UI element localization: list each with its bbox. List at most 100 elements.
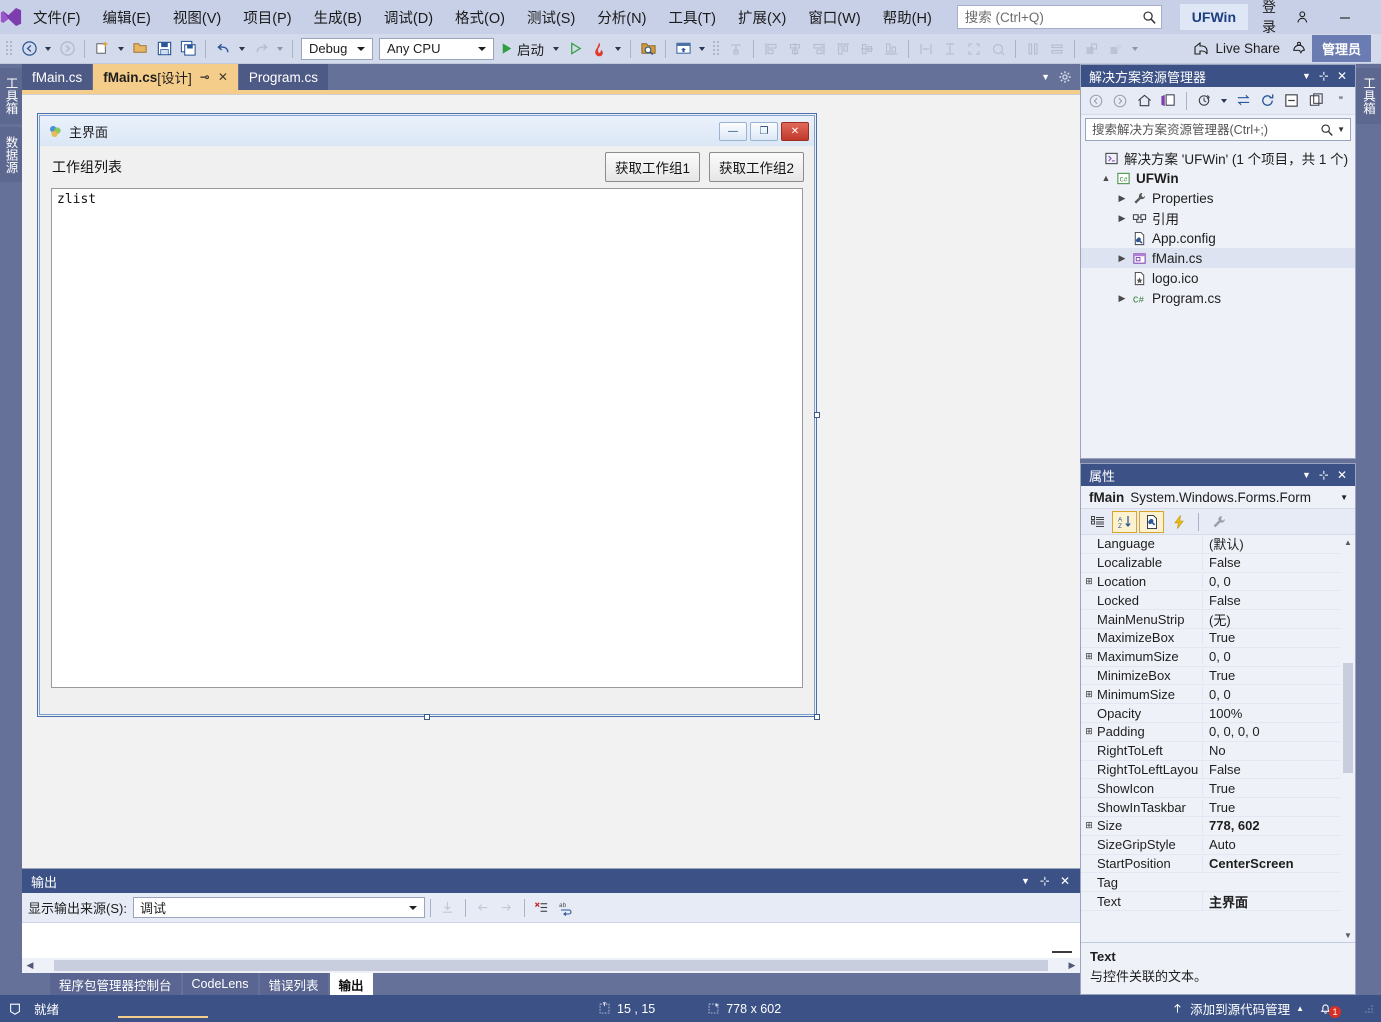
solution-platform-combo[interactable]: Any CPU xyxy=(379,38,494,60)
menu-file[interactable]: 文件(F) xyxy=(22,0,92,34)
form-minimize-button[interactable]: — xyxy=(719,122,747,141)
resize-grip-icon[interactable] xyxy=(1363,1003,1375,1015)
resize-handle-bottom[interactable] xyxy=(424,714,430,720)
tab-program-cs[interactable]: Program.cs xyxy=(239,64,328,90)
property-value[interactable]: 0, 0, 0, 0 xyxy=(1202,724,1355,739)
preview-window-button[interactable] xyxy=(671,37,695,61)
save-button[interactable] xyxy=(152,37,176,61)
property-value[interactable]: 0, 0 xyxy=(1202,574,1355,589)
designed-form[interactable]: 主界面 — ❐ ✕ xyxy=(39,115,815,715)
preview-dropdown[interactable] xyxy=(699,47,705,51)
hot-reload-dropdown[interactable] xyxy=(615,47,621,51)
resize-handle-bottom-right[interactable] xyxy=(814,714,820,720)
properties-grid[interactable]: Language (默认) Localizable False ⊞ Locati… xyxy=(1081,535,1355,942)
properties-object-selector[interactable]: fMain System.Windows.Forms.Form ▼ xyxy=(1081,486,1355,509)
sidebar-item-toolbox[interactable]: 工具箱 xyxy=(0,68,24,124)
chevron-down-icon[interactable]: ▼ xyxy=(1302,470,1311,480)
open-file-button[interactable] xyxy=(128,37,152,61)
menu-window[interactable]: 窗口(W) xyxy=(797,0,871,34)
find-in-files-button[interactable] xyxy=(636,37,660,61)
add-to-source-control-button[interactable]: 添加到源代码管理 ▲ xyxy=(1171,999,1304,1018)
property-value[interactable]: True xyxy=(1202,630,1355,645)
align-centers-button[interactable] xyxy=(783,37,807,61)
resize-handle-right[interactable] xyxy=(814,412,820,418)
property-row-sizegripstyle[interactable]: SizeGripStyle Auto xyxy=(1081,836,1355,855)
menu-edit[interactable]: 编辑(E) xyxy=(92,0,162,34)
pending-changes-dropdown[interactable] xyxy=(1221,99,1227,103)
align-rights-button[interactable] xyxy=(807,37,831,61)
properties-page-button[interactable] xyxy=(1139,511,1164,533)
start-without-debug-button[interactable] xyxy=(563,37,587,61)
property-row-size[interactable]: ⊞ Size 778, 602 xyxy=(1081,817,1355,836)
property-value[interactable]: 0, 0 xyxy=(1202,649,1355,664)
scroll-right-icon[interactable]: ▶ xyxy=(1064,960,1080,971)
tree-node-program-cs[interactable]: ▶ C# Program.cs xyxy=(1081,288,1355,308)
pin-icon[interactable]: ⊹ xyxy=(1319,468,1329,482)
home-button[interactable] xyxy=(1132,90,1155,112)
pin-icon[interactable]: ⊸ xyxy=(200,70,210,84)
property-row-minimumsize[interactable]: ⊞ MinimumSize 0, 0 xyxy=(1081,685,1355,704)
property-value[interactable]: (默认) xyxy=(1202,535,1355,553)
toolbar-grip[interactable] xyxy=(5,40,14,58)
tree-node-app-config[interactable]: App.config xyxy=(1081,228,1355,248)
pending-changes-button[interactable] xyxy=(1193,90,1216,112)
undo-button[interactable] xyxy=(211,37,235,61)
maximize-button[interactable] xyxy=(1366,0,1381,34)
property-row-maximizebox[interactable]: MaximizeBox True xyxy=(1081,629,1355,648)
menu-help[interactable]: 帮助(H) xyxy=(872,0,943,34)
save-all-button[interactable] xyxy=(176,37,200,61)
sidebar-item-data-sources[interactable]: 数据源 xyxy=(0,127,24,183)
menu-tools[interactable]: 工具(T) xyxy=(657,0,727,34)
expander[interactable]: ⊞ xyxy=(1081,651,1097,662)
close-icon[interactable]: ✕ xyxy=(1060,874,1070,888)
layout-toolbar-grip[interactable] xyxy=(712,40,721,58)
refresh-button[interactable] xyxy=(1256,90,1279,112)
hot-reload-button[interactable] xyxy=(587,37,611,61)
property-row-locked[interactable]: Locked False xyxy=(1081,591,1355,610)
menu-debug[interactable]: 调试(D) xyxy=(373,0,444,34)
menu-analyze[interactable]: 分析(N) xyxy=(586,0,657,34)
property-row-showintaskbar[interactable]: ShowInTaskbar True xyxy=(1081,798,1355,817)
form-selection-frame[interactable]: 主界面 — ❐ ✕ xyxy=(37,113,817,717)
property-value[interactable]: True xyxy=(1202,800,1355,815)
send-to-back-button[interactable] xyxy=(1104,37,1128,61)
menu-build[interactable]: 生成(B) xyxy=(303,0,373,34)
go-to-message-button[interactable] xyxy=(436,896,460,920)
vertical-spacing-button[interactable] xyxy=(1045,37,1069,61)
property-value[interactable]: (无) xyxy=(1202,610,1355,629)
menu-extensions[interactable]: 扩展(X) xyxy=(727,0,797,34)
search-input[interactable] xyxy=(965,10,1142,25)
tree-node-properties[interactable]: ▶ Properties xyxy=(1081,188,1355,208)
solution-search-input[interactable] xyxy=(1092,123,1320,137)
previous-message-button[interactable] xyxy=(471,896,495,920)
property-value[interactable]: 主界面 xyxy=(1202,892,1355,911)
property-row-padding[interactable]: ⊞ Padding 0, 0, 0, 0 xyxy=(1081,723,1355,742)
tree-node-project-ufwin[interactable]: ▲ C# UFWin xyxy=(1081,168,1355,188)
close-icon[interactable]: ✕ xyxy=(1337,468,1347,482)
property-row-startposition[interactable]: StartPosition CenterScreen xyxy=(1081,855,1355,874)
menu-view[interactable]: 视图(V) xyxy=(162,0,232,34)
property-row-location[interactable]: ⊞ Location 0, 0 xyxy=(1081,573,1355,592)
redo-button[interactable] xyxy=(249,37,273,61)
tab-error-list[interactable]: 错误列表 xyxy=(260,973,328,995)
next-message-button[interactable] xyxy=(495,896,519,920)
pin-icon[interactable]: ⊹ xyxy=(1040,874,1050,888)
property-row-language[interactable]: Language (默认) xyxy=(1081,535,1355,554)
output-text-area[interactable]: ◀ ▶ xyxy=(22,923,1080,973)
live-share-button[interactable]: Live Share xyxy=(1185,41,1288,57)
switch-views-button[interactable] xyxy=(1157,90,1180,112)
output-source-combo[interactable]: 调试 xyxy=(133,897,425,918)
tab-codelens[interactable]: CodeLens xyxy=(183,973,258,995)
expander[interactable]: ⊞ xyxy=(1081,726,1097,737)
align-to-grid-button[interactable] xyxy=(724,37,748,61)
property-row-mainmenustrip[interactable]: MainMenuStrip (无) xyxy=(1081,610,1355,629)
pin-icon[interactable]: ⊹ xyxy=(1319,69,1329,83)
bring-to-front-button[interactable] xyxy=(1080,37,1104,61)
tree-node-logo-ico[interactable]: logo.ico xyxy=(1081,268,1355,288)
tree-node-fmain-cs[interactable]: ▶ fMain.cs xyxy=(1081,248,1355,268)
redo-dropdown[interactable] xyxy=(277,47,283,51)
events-view-button[interactable] xyxy=(1166,511,1191,533)
size-to-grid-button[interactable] xyxy=(986,37,1010,61)
designed-form-container[interactable]: 主界面 — ❐ ✕ xyxy=(37,113,817,717)
form-maximize-button[interactable]: ❐ xyxy=(750,122,778,141)
